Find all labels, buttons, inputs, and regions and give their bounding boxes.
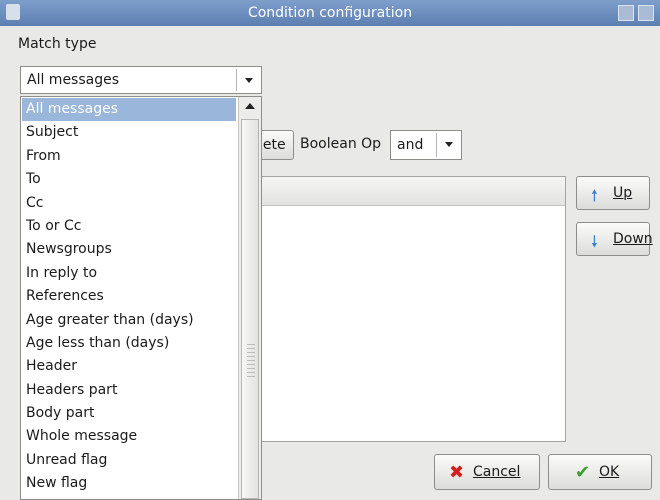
boolean-op-combobox[interactable]: and bbox=[390, 130, 462, 160]
close-button[interactable] bbox=[638, 5, 654, 21]
down-button[interactable]: 🠗 Down bbox=[576, 222, 653, 256]
up-button-label: Up bbox=[613, 185, 633, 201]
option-newsgroups[interactable]: Newsgroups bbox=[22, 238, 236, 261]
option-unread-flag[interactable]: Unread flag bbox=[22, 449, 236, 472]
down-button-label: Down bbox=[613, 231, 653, 247]
option-age-greater[interactable]: Age greater than (days) bbox=[22, 309, 236, 332]
delete-button-label: lete bbox=[259, 137, 286, 153]
scrollbar-grip bbox=[247, 344, 255, 378]
option-body-part[interactable]: Body part bbox=[22, 402, 236, 425]
option-to-or-cc[interactable]: To or Cc bbox=[22, 215, 236, 238]
option-from[interactable]: From bbox=[22, 145, 236, 168]
match-type-dropdown-list[interactable]: All messages Subject From To Cc To or Cc… bbox=[20, 96, 262, 500]
option-cc[interactable]: Cc bbox=[22, 192, 236, 215]
option-new-flag[interactable]: New flag bbox=[22, 472, 236, 495]
down-arrow-icon: 🠗 bbox=[591, 232, 598, 251]
app-icon bbox=[6, 4, 20, 20]
ok-button-label: OK bbox=[599, 464, 620, 480]
scrollbar-thumb[interactable] bbox=[241, 119, 259, 499]
conditions-list-header bbox=[255, 177, 565, 206]
boolean-op-value: and bbox=[397, 137, 424, 153]
scroll-up-arrow-icon[interactable] bbox=[242, 99, 258, 113]
option-headers-part[interactable]: Headers part bbox=[22, 379, 236, 402]
up-arrow-icon: 🠕 bbox=[591, 186, 598, 205]
chevron-down-icon[interactable] bbox=[437, 131, 461, 159]
red-x-icon: ✖ bbox=[449, 462, 465, 483]
match-type-label: Match type bbox=[18, 36, 97, 52]
cancel-button[interactable]: ✖ Cancel bbox=[434, 454, 540, 490]
option-subject[interactable]: Subject bbox=[22, 121, 236, 144]
match-type-value: All messages bbox=[27, 72, 120, 88]
option-in-reply-to[interactable]: In reply to bbox=[22, 262, 236, 285]
up-button[interactable]: 🠕 Up bbox=[576, 176, 650, 210]
window-title: Condition configuration bbox=[247, 5, 413, 21]
option-references[interactable]: References bbox=[22, 285, 236, 308]
option-header[interactable]: Header bbox=[22, 355, 236, 378]
ok-button[interactable]: ✔ OK bbox=[548, 454, 652, 490]
option-whole-message[interactable]: Whole message bbox=[22, 425, 236, 448]
conditions-list[interactable] bbox=[254, 176, 566, 442]
boolean-op-label: Boolean Op bbox=[300, 136, 382, 152]
maximize-button[interactable] bbox=[618, 5, 634, 21]
option-all-messages[interactable]: All messages bbox=[22, 98, 236, 122]
green-check-icon: ✔ bbox=[575, 462, 591, 483]
chevron-down-icon[interactable] bbox=[237, 67, 261, 93]
title-bar: Condition configuration bbox=[0, 0, 660, 26]
option-to[interactable]: To bbox=[22, 168, 236, 191]
match-type-combobox[interactable]: All messages bbox=[20, 66, 262, 94]
option-age-less[interactable]: Age less than (days) bbox=[22, 332, 236, 355]
cancel-button-label: Cancel bbox=[473, 464, 521, 480]
dropdown-scrollbar[interactable] bbox=[238, 97, 261, 499]
match-type-options: All messages Subject From To Cc To or Cc… bbox=[22, 98, 236, 496]
